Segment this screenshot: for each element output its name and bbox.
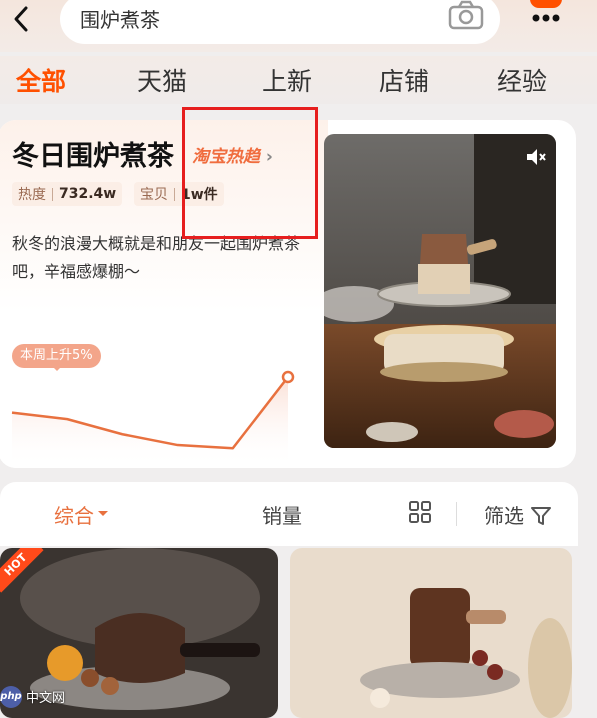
watermark-logo: php (0, 685, 22, 708)
items-label: 宝贝 (140, 187, 168, 203)
product-card[interactable] (290, 548, 572, 718)
chevron-left-icon (14, 6, 28, 32)
funnel-icon (531, 507, 552, 525)
sort-comprehensive-label: 综合 (54, 504, 94, 528)
watermark-text: 中文网 (26, 691, 66, 706)
trend-end-dot (281, 370, 295, 384)
watermark: php 中文网 (0, 684, 65, 709)
heat-stat: 热度 732.4w (12, 182, 123, 206)
search-query: 围炉煮茶 (80, 8, 160, 32)
trend-title: 冬日围炉煮茶 (12, 141, 174, 172)
top-bar: 围炉煮茶 (0, 0, 597, 52)
camera-search-button[interactable] (448, 0, 484, 30)
tab-new[interactable]: 上新 (262, 62, 312, 98)
filter-button[interactable]: 筛选 (484, 500, 552, 529)
tab-experience[interactable]: 经验 (497, 62, 547, 98)
annotation-highlight-box (182, 107, 318, 239)
sort-bar: 综合 销量 筛选 (0, 482, 578, 546)
back-button[interactable] (8, 2, 38, 36)
camera-icon (448, 0, 484, 30)
grid-icon (409, 501, 431, 523)
speaker-muted-icon (527, 149, 546, 165)
mute-icon[interactable] (524, 146, 546, 168)
more-dots-icon (532, 14, 560, 22)
stat-divider (174, 187, 175, 201)
heat-value: 732.4w (59, 186, 117, 202)
caret-down-icon (98, 511, 108, 521)
trend-area (12, 377, 288, 468)
tab-bar: 全部 天猫 上新 店铺 经验 (0, 56, 597, 104)
tab-all[interactable]: 全部 (16, 62, 66, 98)
grid-view-button[interactable] (408, 500, 432, 524)
stat-divider (52, 187, 53, 201)
trend-photo (324, 134, 556, 448)
weekly-growth-badge: 本周上升5% (12, 344, 101, 371)
tea-stove-photo (324, 134, 556, 448)
sort-divider (456, 502, 457, 526)
search-input[interactable]: 围炉煮茶 (60, 0, 500, 44)
tab-stores[interactable]: 店铺 (379, 62, 429, 98)
sort-sales[interactable]: 销量 (262, 500, 302, 529)
tab-tmall[interactable]: 天猫 (137, 62, 187, 98)
sort-comprehensive[interactable]: 综合 (54, 500, 108, 529)
heat-label: 热度 (18, 187, 46, 203)
product-image (290, 548, 572, 718)
more-button[interactable] (526, 2, 566, 32)
filter-label: 筛选 (484, 504, 524, 528)
